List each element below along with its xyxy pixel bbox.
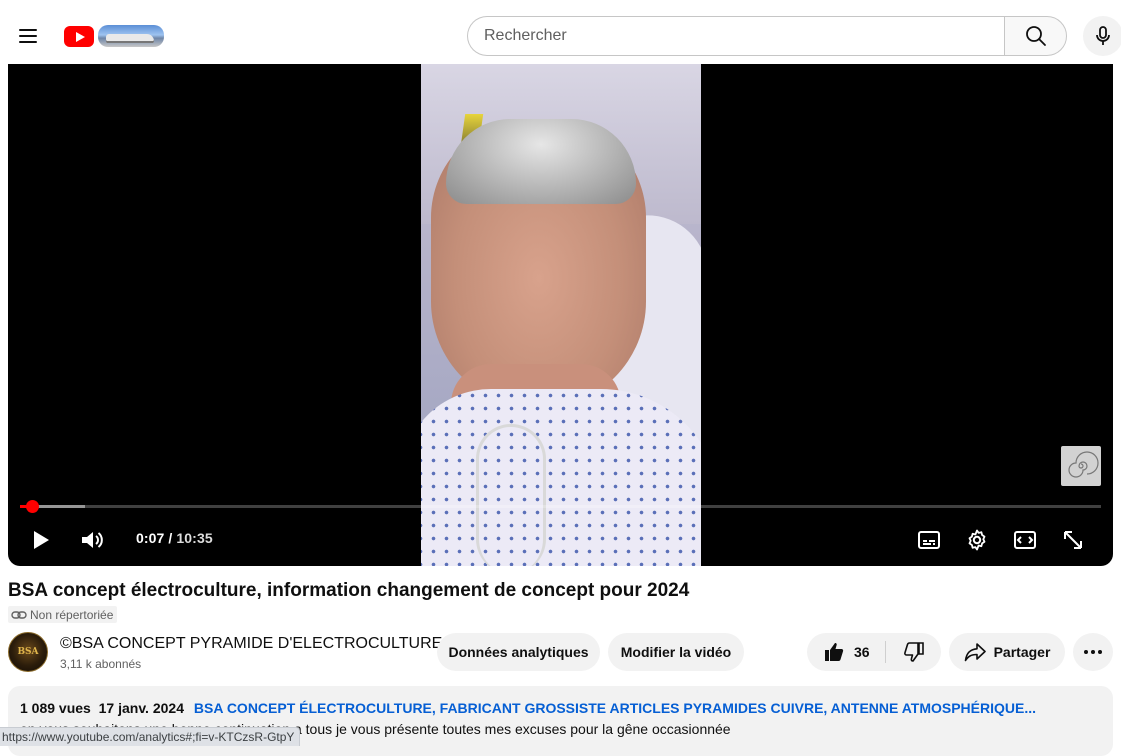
channel-watermark[interactable] [1061, 446, 1101, 486]
video-player[interactable]: 0:07 / 10:35 [8, 64, 1113, 566]
fullscreen-button[interactable] [1053, 525, 1093, 555]
visibility-badge: Non répertoriée [8, 606, 118, 623]
link-icon [11, 610, 27, 619]
time-display: 0:07 / 10:35 [136, 530, 213, 546]
subtitles-icon [918, 531, 940, 549]
dislike-button[interactable] [886, 633, 941, 671]
subscriber-count: 3,11 k abonnés [60, 657, 142, 671]
menu-icon[interactable] [16, 24, 40, 48]
play-button[interactable] [21, 525, 61, 555]
search-icon [1025, 26, 1046, 46]
play-icon [34, 531, 49, 549]
video-title: BSA concept électroculture, information … [8, 580, 690, 601]
avatar-text: BSA [17, 647, 39, 657]
search-input[interactable] [484, 27, 989, 45]
search-box[interactable] [467, 16, 1005, 56]
channel-name[interactable]: ©BSA CONCEPT PYRAMIDE D'ELECTROCULTURE [60, 635, 442, 653]
youtube-logo[interactable] [64, 24, 164, 48]
channel-avatar[interactable]: BSA [8, 632, 48, 672]
spiral-logo-icon [1068, 451, 1099, 478]
share-label: Partager [993, 644, 1051, 660]
search-button[interactable] [1004, 16, 1067, 56]
voice-search-button[interactable] [1083, 16, 1121, 56]
youtube-play-icon [64, 25, 94, 47]
current-time: 0:07 [136, 530, 165, 546]
description-meta: 1 089 vues 17 janv. 2024 BSA CONCEPT ÉLE… [20, 700, 1036, 716]
like-count: 36 [854, 644, 870, 660]
more-actions-button[interactable] [1073, 633, 1113, 671]
description-tags[interactable]: BSA CONCEPT ÉLECTROCULTURE, FABRICANT GR… [194, 700, 1036, 716]
doodle-logo-image [98, 25, 164, 47]
mic-icon [1096, 26, 1110, 45]
volume-button[interactable] [72, 525, 112, 555]
like-dislike-group: 36 [807, 633, 941, 671]
theater-mode-button[interactable] [1005, 525, 1045, 555]
visibility-label: Non répertoriée [30, 607, 114, 622]
duration: 10:35 [176, 530, 213, 546]
video-frame[interactable] [421, 64, 701, 566]
edit-video-button[interactable]: Modifier la vidéo [608, 633, 744, 671]
progress-bar[interactable] [20, 500, 1101, 513]
settings-button[interactable] [957, 525, 997, 555]
upload-date: 17 janv. 2024 [98, 700, 184, 716]
thumbs-down-icon [903, 642, 924, 662]
more-icon [1084, 650, 1102, 654]
volume-icon [82, 532, 103, 548]
fullscreen-icon [1064, 531, 1082, 549]
subtitles-button[interactable] [909, 525, 949, 555]
share-icon [964, 643, 986, 662]
view-count: 1 089 vues [20, 700, 91, 716]
share-button[interactable]: Partager [949, 633, 1065, 671]
settings-icon [968, 529, 986, 551]
status-bar-url: https://www.youtube.com/analytics#;fi=v-… [0, 727, 301, 746]
progress-scrubber[interactable] [25, 500, 39, 513]
thumbs-up-icon [825, 643, 844, 661]
analytics-button[interactable]: Données analytiques [437, 633, 600, 671]
theater-mode-icon [1014, 531, 1036, 549]
like-button[interactable]: 36 [807, 633, 885, 671]
